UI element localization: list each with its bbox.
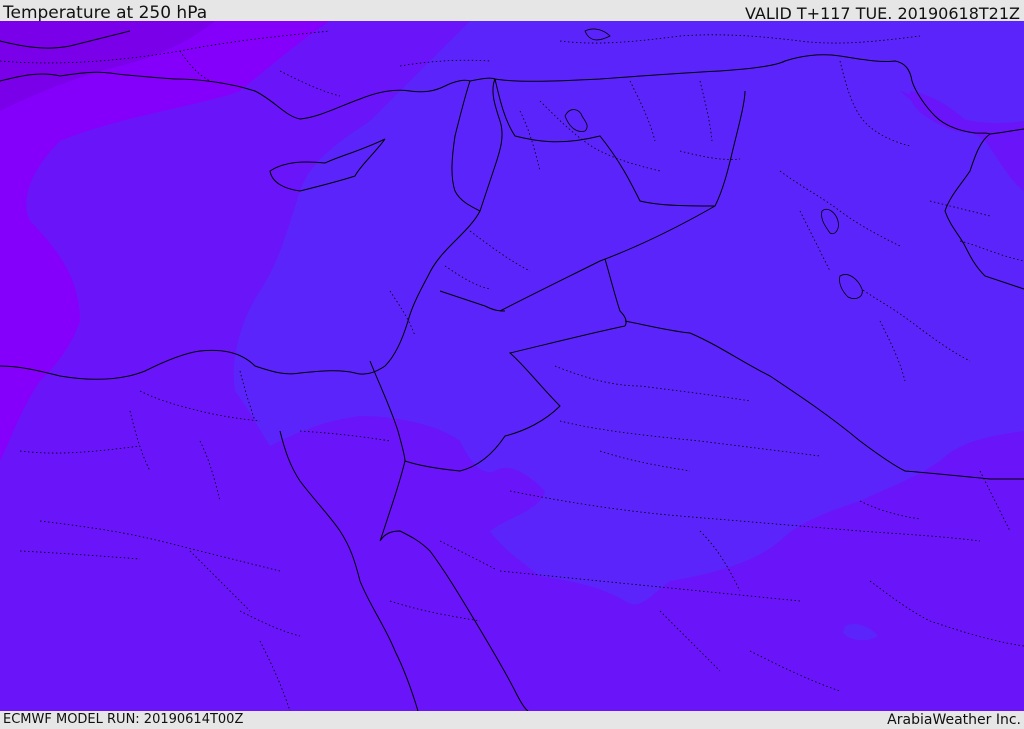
temperature-map[interactable] — [0, 21, 1024, 711]
model-run-label: ECMWF MODEL RUN: 20190614T00Z — [3, 712, 244, 727]
map-frame: Temperature at 250 hPa VALID T+117 TUE. … — [0, 0, 1024, 729]
map-title: Temperature at 250 hPa — [3, 3, 208, 23]
credit-label: ArabiaWeather Inc. — [887, 712, 1021, 728]
valid-time-label: VALID T+117 TUE. 20190618T21Z — [744, 4, 1020, 23]
